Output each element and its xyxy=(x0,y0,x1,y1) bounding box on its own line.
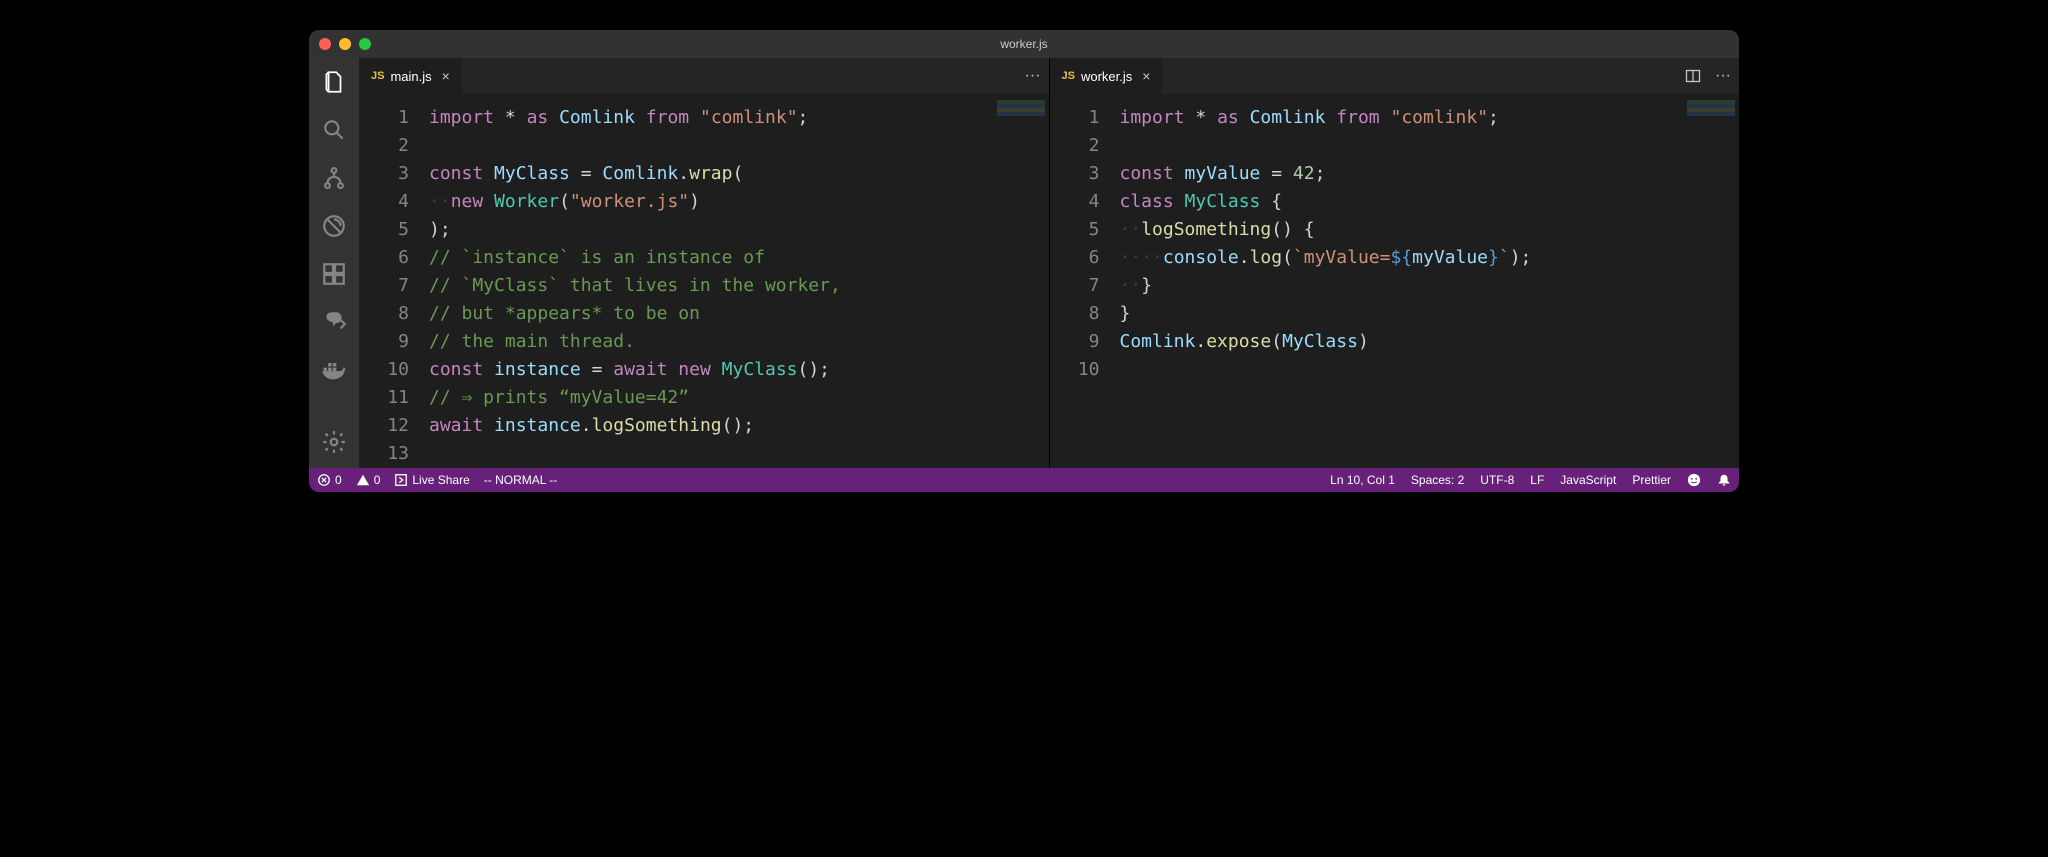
js-file-icon: JS xyxy=(1062,70,1075,82)
traffic-lights xyxy=(319,38,371,50)
minimize-window-button[interactable] xyxy=(339,38,351,50)
status-formatter[interactable]: Prettier xyxy=(1632,473,1671,487)
status-cursor[interactable]: Ln 10, Col 1 xyxy=(1330,473,1395,487)
liveshare-label: Live Share xyxy=(412,473,469,487)
minimap[interactable] xyxy=(1687,100,1735,118)
main-area: JS main.js × ··· 12345678910111213 impor… xyxy=(309,58,1739,468)
editor-group-right: JS worker.js × ··· 12345678910 import * … xyxy=(1049,58,1740,468)
titlebar[interactable]: worker.js xyxy=(309,30,1739,58)
warning-count: 0 xyxy=(374,473,381,487)
code-content[interactable]: import * as Comlink from "comlink"; cons… xyxy=(429,104,1049,468)
status-bar: 0 0 Live Share -- NORMAL -- Ln 10, Col 1… xyxy=(309,468,1739,492)
status-liveshare[interactable]: Live Share xyxy=(394,473,469,487)
js-file-icon: JS xyxy=(371,70,384,82)
settings-gear-icon[interactable] xyxy=(320,428,348,456)
tabs-bar-left: JS main.js × ··· xyxy=(359,58,1049,94)
tab-worker-js[interactable]: JS worker.js × xyxy=(1050,58,1164,94)
status-eol[interactable]: LF xyxy=(1530,473,1544,487)
line-gutter: 12345678910 xyxy=(1050,104,1120,468)
status-warnings[interactable]: 0 xyxy=(356,473,381,487)
maximize-window-button[interactable] xyxy=(359,38,371,50)
close-window-button[interactable] xyxy=(319,38,331,50)
close-icon[interactable]: × xyxy=(1142,68,1150,84)
window-title: worker.js xyxy=(1000,37,1047,51)
minimap[interactable] xyxy=(997,100,1045,118)
tab-label: main.js xyxy=(390,69,431,84)
explorer-icon[interactable] xyxy=(320,68,348,96)
search-icon[interactable] xyxy=(320,116,348,144)
tab-main-js[interactable]: JS main.js × xyxy=(359,58,463,94)
vscode-window: worker.js xyxy=(309,30,1739,492)
status-errors[interactable]: 0 xyxy=(317,473,342,487)
split-editor-icon[interactable] xyxy=(1685,68,1701,84)
more-actions-icon[interactable]: ··· xyxy=(1715,67,1731,85)
code-editor-right[interactable]: 12345678910 import * as Comlink from "co… xyxy=(1050,94,1740,468)
close-icon[interactable]: × xyxy=(442,68,450,84)
vim-mode-label: -- NORMAL -- xyxy=(484,473,558,487)
more-actions-icon[interactable]: ··· xyxy=(1025,67,1041,85)
status-encoding[interactable]: UTF-8 xyxy=(1480,473,1514,487)
liveshare-icon[interactable] xyxy=(320,308,348,336)
activity-bar xyxy=(309,58,359,468)
status-bell-icon[interactable] xyxy=(1717,473,1731,487)
error-count: 0 xyxy=(335,473,342,487)
tab-label: worker.js xyxy=(1081,69,1132,84)
docker-icon[interactable] xyxy=(320,356,348,384)
status-feedback-icon[interactable] xyxy=(1687,473,1701,487)
status-indent[interactable]: Spaces: 2 xyxy=(1411,473,1464,487)
extensions-icon[interactable] xyxy=(320,260,348,288)
code-editor-left[interactable]: 12345678910111213 import * as Comlink fr… xyxy=(359,94,1049,468)
tabs-bar-right: JS worker.js × ··· xyxy=(1050,58,1740,94)
editor-group-left: JS main.js × ··· 12345678910111213 impor… xyxy=(359,58,1049,468)
status-language[interactable]: JavaScript xyxy=(1560,473,1616,487)
code-content[interactable]: import * as Comlink from "comlink"; cons… xyxy=(1120,104,1740,468)
status-vim-mode: -- NORMAL -- xyxy=(484,473,558,487)
line-gutter: 12345678910111213 xyxy=(359,104,429,468)
source-control-icon[interactable] xyxy=(320,164,348,192)
debug-icon[interactable] xyxy=(320,212,348,240)
